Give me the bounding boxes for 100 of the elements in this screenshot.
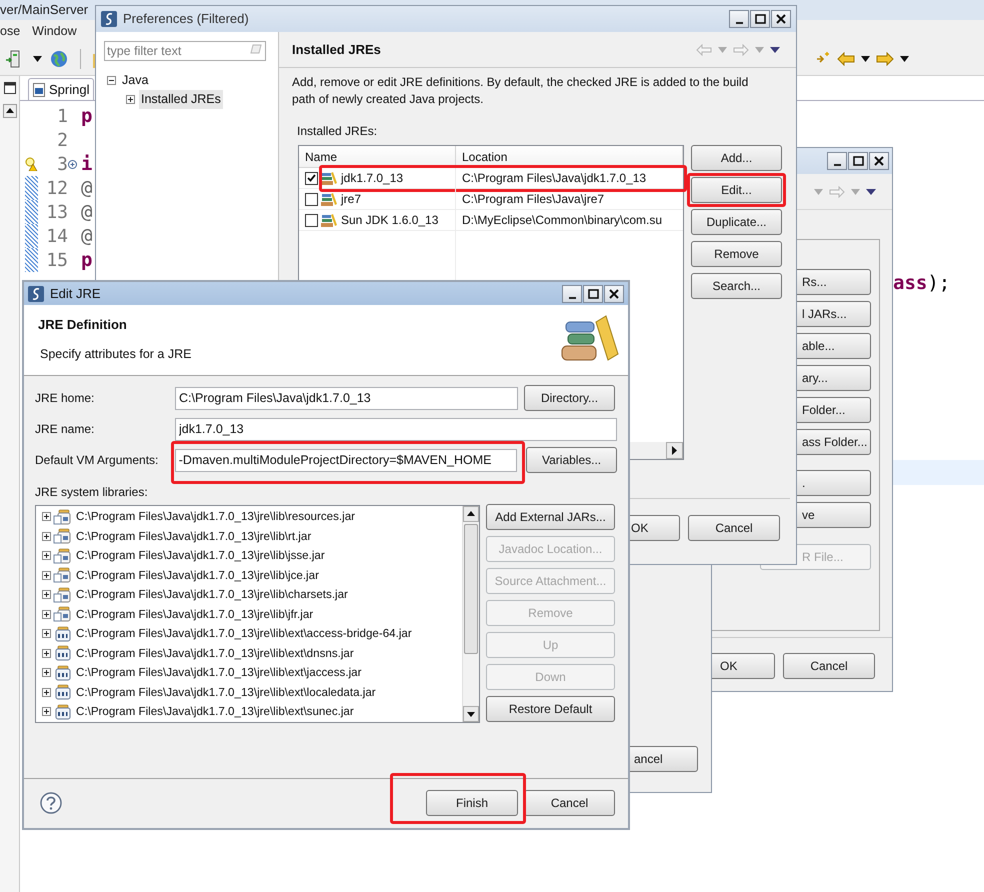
scroll-up-icon[interactable] <box>463 506 479 522</box>
maximize-icon <box>852 156 864 166</box>
tree-item[interactable]: Installed JREs <box>139 90 223 109</box>
library-item[interactable]: C:\Program Files\Java\jdk1.7.0_13\jre\lib\rt.jar <box>76 528 312 545</box>
forward-arrow-icon[interactable] <box>876 52 894 66</box>
line-number: 12 <box>45 176 68 200</box>
tree-item[interactable]: Java <box>120 71 150 90</box>
column-header[interactable]: Location <box>456 146 683 167</box>
filter-field[interactable]: type filter text <box>104 41 266 61</box>
library-item[interactable]: C:\Program Files\Java\jdk1.7.0_13\jre\lib\ext\jaccess.jar <box>76 664 362 682</box>
expand-icon[interactable] <box>42 668 51 678</box>
expand-icon[interactable] <box>42 707 51 716</box>
scrollbar-thumb[interactable] <box>464 524 478 654</box>
dialog-subheading: Specify attributes for a JRE <box>39 346 192 363</box>
line-number: 14 <box>45 224 68 248</box>
scroll-down-icon[interactable] <box>463 706 479 722</box>
app-icon <box>101 11 117 27</box>
button[interactable]: Cancel <box>688 515 780 541</box>
collapse-icon[interactable] <box>107 76 116 85</box>
help-icon[interactable] <box>40 792 62 814</box>
expand-icon[interactable] <box>42 532 51 541</box>
table-cell-text: D:\MyEclipse\Common\binary\com.su <box>461 212 664 229</box>
caret-icon[interactable] <box>33 56 42 62</box>
button[interactable]: Cancel <box>783 653 875 679</box>
minimize-button[interactable] <box>562 284 582 302</box>
scroll-up-icon[interactable] <box>2 104 16 118</box>
expand-icon[interactable] <box>42 590 51 600</box>
line-number: 1 <box>56 104 68 128</box>
library-item[interactable]: C:\Program Files\Java\jdk1.7.0_13\jre\lib\charsets.jar <box>76 586 348 604</box>
button[interactable]: Add... <box>691 145 782 171</box>
button[interactable]: Add External JARs... <box>486 504 615 530</box>
button[interactable]: Restore Default <box>486 696 615 722</box>
checkbox[interactable] <box>305 192 318 206</box>
expand-icon[interactable] <box>42 648 51 658</box>
button[interactable]: Finish <box>426 790 518 816</box>
table-cell-text: C:\Program Files\Java\jdk1.7.0_13 <box>461 170 648 187</box>
maximize-button[interactable] <box>583 284 603 302</box>
expand-icon[interactable] <box>42 512 51 522</box>
expand-icon[interactable] <box>42 570 51 580</box>
jar-file-icon <box>53 664 73 681</box>
scroll-right-icon[interactable] <box>666 442 683 459</box>
menu-caret-icon[interactable] <box>866 188 876 194</box>
back-arrow-icon[interactable] <box>837 52 855 66</box>
code-text: p <box>81 248 92 273</box>
minimize-button[interactable] <box>827 152 847 170</box>
library-item[interactable]: C:\Program Files\Java\jdk1.7.0_13\jre\lib\jfr.jar <box>76 606 314 623</box>
maximize-button[interactable] <box>750 10 770 28</box>
maximize-icon <box>754 14 766 24</box>
fold-expand-icon[interactable] <box>68 160 77 168</box>
checkbox[interactable] <box>305 214 318 226</box>
button[interactable]: Cancel <box>524 790 615 816</box>
button[interactable]: Variables... <box>526 447 617 473</box>
close-button[interactable] <box>771 10 791 28</box>
button[interactable]: Duplicate... <box>691 209 782 235</box>
caret-icon[interactable] <box>900 56 909 62</box>
expand-icon[interactable] <box>42 629 51 638</box>
editor-tab[interactable]: Springl <box>28 78 94 100</box>
library-item[interactable]: C:\Program Files\Java\jdk1.7.0_13\jre\lib\resources.jar <box>76 508 356 526</box>
button[interactable]: Directory... <box>524 385 615 411</box>
button[interactable]: Edit... <box>691 177 782 203</box>
expand-icon[interactable] <box>42 610 51 619</box>
library-item[interactable]: C:\Program Files\Java\jdk1.7.0_13\jre\lib\ext\localedata.jar <box>76 684 376 701</box>
library-icon <box>321 192 338 206</box>
maximize-button[interactable] <box>848 152 868 170</box>
table-label: Installed JREs: <box>297 123 378 140</box>
restore-view-icon[interactable] <box>4 82 16 94</box>
library-icon <box>321 171 338 185</box>
menu-item[interactable]: ose <box>0 22 20 40</box>
window-title: Preferences (Filtered) <box>123 10 250 28</box>
expand-icon[interactable] <box>42 688 51 697</box>
window-title: Edit JRE <box>50 284 102 303</box>
button[interactable]: Remove <box>691 241 782 267</box>
line-number: 13 <box>45 200 68 224</box>
code-text: @ <box>81 200 92 225</box>
library-item[interactable]: C:\Program Files\Java\jdk1.7.0_13\jre\lib\jsse.jar <box>76 547 325 564</box>
input-field[interactable]: -Dmaven.multiModuleProjectDirectory=$MAVEN_HOME <box>174 448 518 472</box>
jar-icon <box>53 548 73 564</box>
jar-icon <box>53 606 73 622</box>
button[interactable]: Search... <box>691 273 782 299</box>
vertical-scrollbar[interactable] <box>462 506 479 722</box>
close-button[interactable] <box>604 284 624 302</box>
minimize-button[interactable] <box>729 10 749 28</box>
library-item[interactable]: C:\Program Files\Java\jdk1.7.0_13\jre\lib\ext\sunec.jar <box>76 703 354 720</box>
library-item[interactable]: C:\Program Files\Java\jdk1.7.0_13\jre\lib\jce.jar <box>76 566 319 584</box>
close-button[interactable] <box>869 152 889 170</box>
menu-item[interactable]: Window <box>32 22 77 40</box>
globe-icon[interactable] <box>50 50 68 68</box>
file-icon <box>33 82 45 96</box>
jar-icon <box>53 528 73 544</box>
checkbox[interactable] <box>305 172 318 184</box>
input-field[interactable]: jdk1.7.0_13 <box>175 418 617 440</box>
menu-caret-icon[interactable] <box>770 46 780 52</box>
expand-icon[interactable] <box>126 95 135 104</box>
input-field[interactable]: C:\Program Files\Java\jdk1.7.0_13 <box>175 386 518 410</box>
caret-icon[interactable] <box>861 56 870 62</box>
library-item[interactable]: C:\Program Files\Java\jdk1.7.0_13\jre\lib\ext\dnsns.jar <box>76 644 354 662</box>
column-header[interactable]: Name <box>299 146 456 167</box>
table-cell-text: Sun JDK 1.6.0_13 <box>341 212 438 229</box>
library-item[interactable]: C:\Program Files\Java\jdk1.7.0_13\jre\lib\ext\access-bridge-64.jar <box>76 625 412 642</box>
expand-icon[interactable] <box>42 551 51 560</box>
